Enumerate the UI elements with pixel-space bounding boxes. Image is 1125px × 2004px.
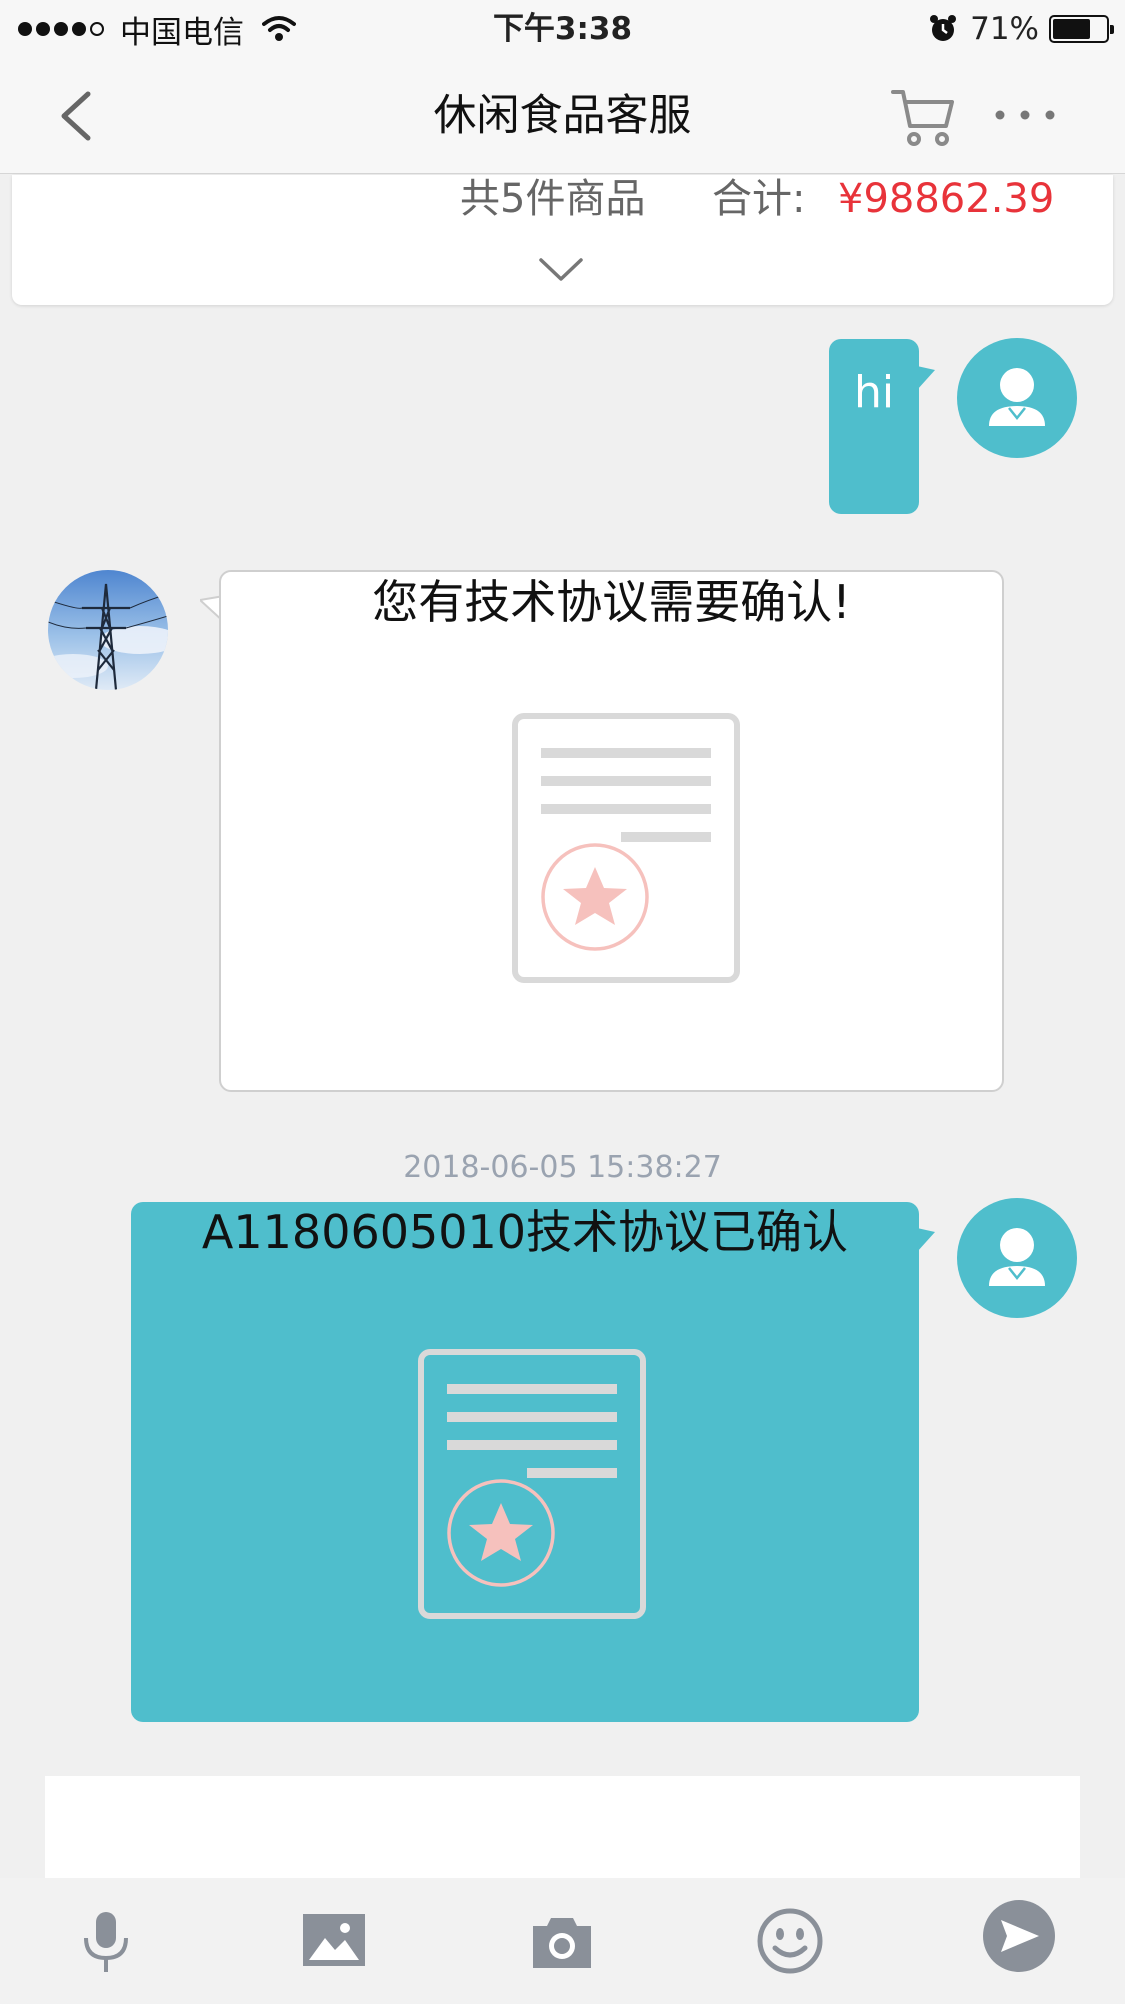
emoji-icon[interactable] [755,1906,825,1976]
page-title: 休闲食品客服 [433,91,692,141]
message-text: hi [853,367,895,418]
cart-icon[interactable] [890,86,956,148]
send-icon [1001,1920,1039,1952]
send-button[interactable] [983,1900,1055,1972]
power-tower-photo [48,570,168,690]
order-summary-card[interactable]: 共5件商品 合计: ¥98862.39 [12,175,1113,305]
contract-document-icon [418,1349,646,1619]
nav-bar: 休闲食品客服 [0,58,1125,174]
message-text: 您有技术协议需要确认! [372,575,851,629]
battery-percent: 71% [970,11,1039,47]
more-icon[interactable] [990,100,1060,130]
user-message-bubble[interactable]: A1180605010技术协议已确认 [131,1202,919,1722]
contract-document-icon [512,713,740,983]
chevron-down-icon[interactable] [538,257,584,283]
alarm-icon [930,15,957,41]
status-bar: 中国电信 下午3:38 71% [0,0,1125,58]
agent-message-bubble[interactable]: 您有技术协议需要确认! [219,570,1004,1092]
camera-icon[interactable] [527,1906,597,1976]
message-text: A1180605010技术协议已确认 [201,1205,849,1259]
message-timestamp: 2018-06-05 15:38:27 [403,1150,722,1185]
order-total-value: ¥98862.39 [838,176,1055,222]
input-toolbar [0,1878,1125,2004]
user-message-bubble[interactable]: hi [829,339,919,514]
agent-avatar[interactable] [48,570,168,690]
bubble-tail [917,1228,935,1252]
order-item-count: 共5件商品 [460,176,646,222]
image-icon[interactable] [299,1906,369,1976]
message-input[interactable] [45,1776,1080,1878]
avatar[interactable] [957,338,1077,458]
avatar[interactable] [957,1198,1077,1318]
battery-icon [1049,15,1114,43]
order-total-label: 合计: [712,176,806,222]
user-avatar-icon [989,1228,1045,1286]
microphone-icon[interactable] [71,1906,141,1976]
status-right: 71% [928,8,1114,50]
user-avatar-icon [989,368,1045,426]
bubble-tail [917,366,935,390]
